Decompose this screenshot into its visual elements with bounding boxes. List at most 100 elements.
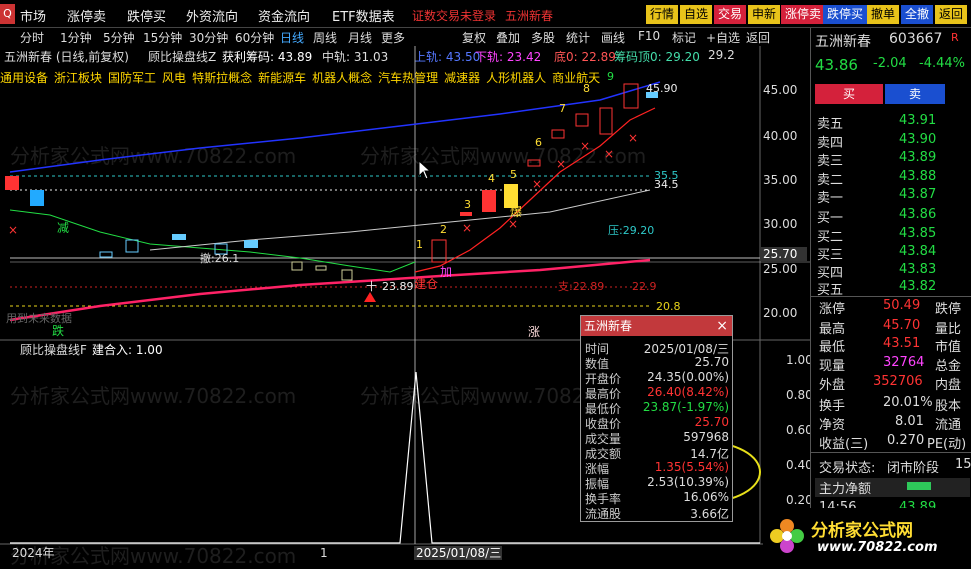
concept-tag[interactable]: 减速器 (444, 71, 480, 85)
kline-info-popup[interactable]: 五洲新春 × 时间 2025/01/08/三 数值 25.70 开盘价 24.35(0… (580, 315, 733, 522)
close-icon[interactable]: × (716, 318, 728, 334)
period-tab[interactable]: 15分钟 (143, 29, 182, 46)
concept-tag[interactable]: 特斯拉概念 (192, 71, 252, 85)
ask-price[interactable]: 43.87 (899, 187, 936, 202)
period-tab[interactable]: 周线 (313, 29, 337, 46)
bid-price[interactable]: 43.82 (899, 279, 936, 294)
candle (214, 243, 228, 255)
menu-bar: Q 市场 涨停卖 跌停买 外资流向 资金流向 ETF数据表 证数交易未登录 五洲… (0, 0, 971, 28)
concept-tag[interactable]: 风电 (162, 71, 186, 85)
stat-value: 0.270 (887, 433, 925, 448)
stat-value: 352706 (873, 374, 923, 389)
btn-ipo[interactable]: 申新 (748, 5, 781, 24)
sell-marker: × (508, 217, 518, 231)
candle (315, 265, 327, 271)
period-tab[interactable]: 分时 (20, 29, 44, 46)
popup-value: 3.66亿 (690, 507, 729, 521)
btn-trade[interactable]: 交易 (714, 5, 747, 24)
mid-band: 中轨: 31.03 (322, 50, 389, 64)
btn-cancel-all[interactable]: 全撤 (901, 5, 934, 24)
period-tab[interactable]: 1分钟 (60, 29, 92, 46)
period-tab[interactable]: 60分钟 (235, 29, 274, 46)
up-arrow-icon (364, 292, 376, 302)
stat-value: 20.01% (883, 395, 933, 410)
signal-jia: 加 (440, 265, 452, 279)
period-tab[interactable]: 30分钟 (189, 29, 228, 46)
btn-quote[interactable]: 行情 (646, 5, 679, 24)
watermark: 分析家公式网www.70822.com (360, 144, 647, 168)
sub-tick: 0.40 (786, 458, 810, 472)
sell-marker: × (462, 221, 472, 235)
bid-price[interactable]: 43.84 (899, 244, 936, 259)
trend-line-red (414, 107, 656, 273)
chart-title: 五洲新春 (日线,前复权) (4, 50, 129, 64)
menu-foreign-flow[interactable]: 外资流向 (186, 6, 238, 25)
brand-name: 分析家公式网 (811, 521, 913, 541)
login-alert[interactable]: 证数交易未登录 (412, 7, 496, 24)
main-flow-label[interactable]: 主力净额 (819, 478, 871, 497)
toolbar-item[interactable]: 多股 (531, 29, 555, 46)
menu-limit-up-sell[interactable]: 涨停卖 (67, 6, 106, 25)
concept-tag[interactable]: 浙江板块 (54, 71, 102, 85)
toolbar-item[interactable]: 叠加 (496, 29, 520, 46)
period-tab[interactable]: 更多 (381, 29, 405, 46)
concept-tag[interactable]: 人形机器人 (486, 71, 546, 85)
buy-button[interactable]: 买 (815, 84, 883, 104)
bid-price[interactable]: 43.83 (899, 262, 936, 277)
period-tab[interactable]: 月线 (348, 29, 372, 46)
ask-price[interactable]: 43.88 (899, 169, 936, 184)
candle (99, 251, 113, 258)
toolbar-item[interactable]: +自选 (706, 29, 740, 46)
stat-value: 43.51 (883, 336, 921, 351)
toolbar-item[interactable]: 标记 (672, 29, 696, 46)
menu-limit-down-buy[interactable]: 跌停买 (127, 6, 166, 25)
btn-cancel[interactable]: 撤单 (867, 5, 900, 24)
ask-price[interactable]: 43.89 (899, 150, 936, 165)
ask-price[interactable]: 43.91 (899, 113, 936, 128)
menu-etf-table[interactable]: ETF数据表 (332, 6, 395, 25)
btn-limit-down-buy[interactable]: 跌停买 (823, 5, 868, 24)
stat-label: 内盘 (935, 378, 962, 393)
stat-value: 45.70 (883, 318, 921, 333)
toolbar-item[interactable]: 返回 (746, 29, 770, 46)
btn-back[interactable]: 返回 (935, 5, 968, 24)
popup-value: 597968 (683, 430, 729, 444)
menu-market[interactable]: 市场 (20, 6, 46, 25)
period-tab[interactable]: 5分钟 (103, 29, 135, 46)
period-tab-active[interactable]: 日线 (280, 29, 304, 46)
time-cursor: 2025/01/08/三 (416, 546, 501, 560)
concept-tag[interactable]: 通用设备 (0, 71, 48, 85)
candle (291, 261, 303, 271)
concept-tag[interactable]: 机器人概念 (312, 71, 372, 85)
sell-button[interactable]: 卖 (885, 84, 945, 104)
sub-indicator-name[interactable]: 顾比操盘线F (20, 342, 87, 357)
popup-value: 26.40(8.42%) (647, 385, 729, 399)
toolbar-item[interactable]: F10 (638, 29, 660, 43)
seq-number: 3 (464, 198, 471, 211)
btn-watchlist[interactable]: 自选 (680, 5, 713, 24)
crosshair-price-box (761, 247, 807, 261)
toolbar-item[interactable]: 统计 (566, 29, 590, 46)
toolbar-item[interactable]: 复权 (462, 29, 486, 46)
bid-price[interactable]: 43.86 (899, 207, 936, 222)
stat-label: 量比 (935, 322, 962, 337)
ask-price[interactable]: 43.90 (899, 132, 936, 147)
level-label: 34.5 (654, 178, 679, 191)
menu-capital-flow[interactable]: 资金流向 (258, 6, 310, 25)
popup-value: 16.06% (683, 490, 729, 504)
indicator-name[interactable]: 顾比操盘线Z (148, 48, 216, 65)
mid-line-green (9, 209, 416, 273)
price-tick: 45.00 (763, 83, 797, 97)
signal-bao: 爆 (510, 205, 522, 219)
bid-price[interactable]: 43.85 (899, 226, 936, 241)
concept-tag[interactable]: 国防军工 (108, 71, 156, 85)
btn-limit-up-sell[interactable]: 涨停卖 (781, 5, 826, 24)
concept-tag[interactable]: 商业航天 (552, 71, 600, 85)
toolbar-item[interactable]: 画线 (601, 29, 625, 46)
candle (646, 92, 658, 98)
stat-label: PE(动) (927, 437, 967, 452)
concept-tag[interactable]: 汽车热管理 (378, 71, 438, 85)
stat-label: 股本 (935, 399, 962, 414)
concept-tag[interactable]: 新能源车 (258, 71, 306, 85)
seq-number: 7 (559, 102, 566, 115)
